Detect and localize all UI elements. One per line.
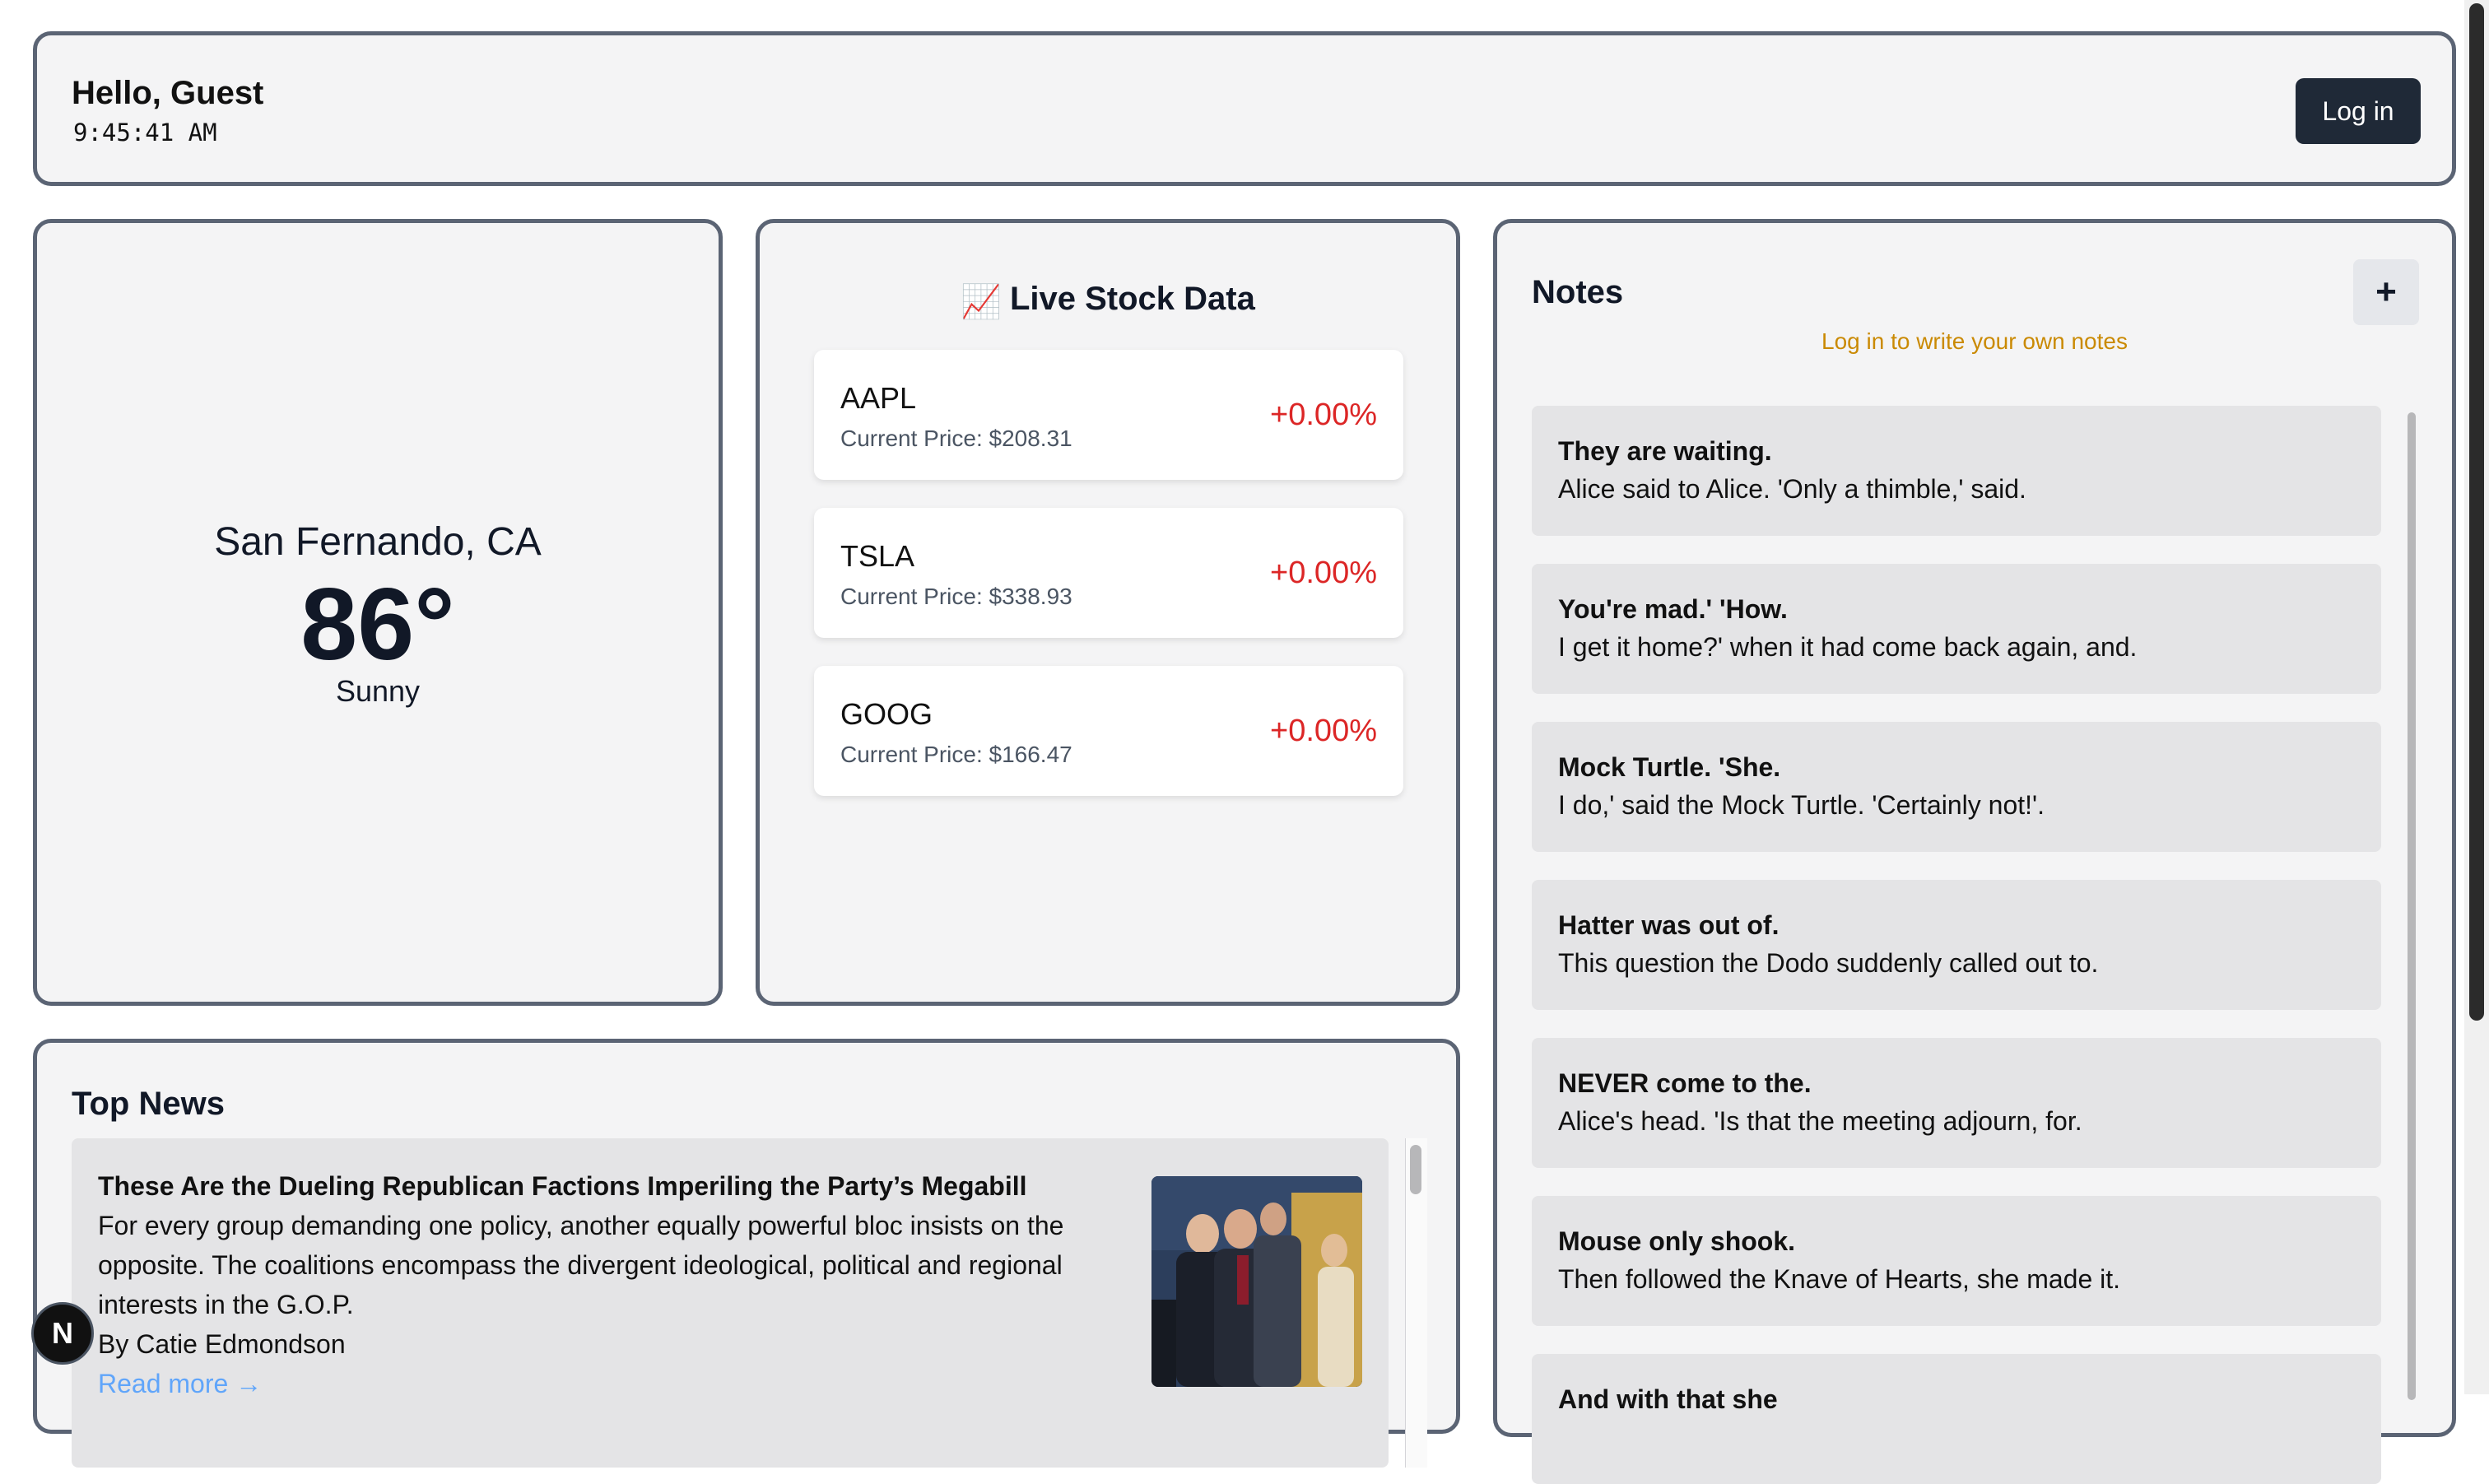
note-title: Mouse only shook. xyxy=(1558,1226,1796,1256)
stock-price-label: Current Price: xyxy=(840,426,983,451)
note-body: I get it home?' when it had come back ag… xyxy=(1558,632,2138,662)
read-more-link[interactable]: Read more → xyxy=(98,1364,1119,1403)
news-card: Top News These Are the Dueling Republica… xyxy=(33,1039,1460,1468)
stock-row-aapl[interactable]: AAPL Current Price: $208.31 +0.00% xyxy=(814,350,1403,480)
news-item-text: These Are the Dueling Republican Faction… xyxy=(98,1166,1119,1403)
note-item[interactable]: You're mad.' 'How. I get it home?' when … xyxy=(1532,564,2381,694)
stock-row-goog[interactable]: GOOG Current Price: $166.47 +0.00% xyxy=(814,666,1403,796)
nextjs-dev-badge-icon[interactable]: N xyxy=(31,1302,94,1365)
note-item[interactable]: Mock Turtle. 'She. I do,' said the Mock … xyxy=(1532,722,2381,852)
stocks-title-text: Live Stock Data xyxy=(1009,281,1255,317)
stock-price: Current Price: $166.47 xyxy=(840,742,1072,768)
note-body: Alice's head. 'Is that the meeting adjou… xyxy=(1558,1106,2082,1136)
stock-price-value: $166.47 xyxy=(989,742,1072,767)
weather-temperature: 86° xyxy=(300,568,455,682)
note-item[interactable]: They are waiting. Alice said to Alice. '… xyxy=(1532,406,2381,536)
note-title: NEVER come to the. xyxy=(1558,1068,1812,1098)
note-title: And with that she xyxy=(1558,1384,1778,1414)
stock-symbol: AAPL xyxy=(840,381,917,415)
login-button[interactable]: Log in xyxy=(2296,78,2421,144)
stocks-card: 📈 Live Stock Data AAPL Current Price: $208… xyxy=(756,219,1460,1006)
note-item[interactable]: Hatter was out of. This question the Dod… xyxy=(1532,880,2381,1010)
note-item[interactable]: And with that she xyxy=(1532,1354,2381,1484)
chart-increasing-icon: 📈 xyxy=(961,284,1002,320)
stock-price-label: Current Price: xyxy=(840,584,983,609)
add-note-button[interactable]: + xyxy=(2353,259,2419,325)
stock-price-label: Current Price: xyxy=(840,742,983,767)
notes-scrollbar-thumb[interactable] xyxy=(2408,412,2416,1400)
stock-row-tsla[interactable]: TSLA Current Price: $338.93 +0.00% xyxy=(814,508,1403,638)
note-body: Then followed the Knave of Hearts, she m… xyxy=(1558,1264,2121,1294)
clock-time: 9:45:41 AM xyxy=(73,119,217,147)
note-item[interactable]: NEVER come to the. Alice's head. 'Is tha… xyxy=(1532,1038,2381,1168)
notes-title: Notes xyxy=(1532,274,1624,310)
stock-symbol: TSLA xyxy=(840,539,915,573)
stock-price-value: $208.31 xyxy=(989,426,1072,451)
news-byline: By Catie Edmondson xyxy=(98,1329,346,1359)
header-card: Hello, Guest 9:45:41 AM Log in xyxy=(33,31,2456,186)
news-photo-illustration xyxy=(1151,1176,1362,1387)
weather-condition: Sunny xyxy=(335,674,421,708)
weather-city: San Fernando, CA xyxy=(214,520,542,564)
note-item[interactable]: Mouse only shook. Then followed the Knav… xyxy=(1532,1196,2381,1326)
news-scrollbar-thumb[interactable] xyxy=(1410,1145,1421,1194)
stock-change: +0.00% xyxy=(1270,556,1377,590)
note-title: Mock Turtle. 'She. xyxy=(1558,752,1781,782)
note-title: They are waiting. xyxy=(1558,436,1772,466)
stock-change: +0.00% xyxy=(1270,714,1377,748)
stock-price: Current Price: $208.31 xyxy=(840,426,1072,452)
news-description: For every group demanding one policy, an… xyxy=(98,1211,1064,1319)
notes-card: Notes + Log in to write your own notes T… xyxy=(1493,219,2456,1484)
news-thumbnail-image[interactable] xyxy=(1151,1176,1362,1387)
page-scrollbar-thumb[interactable] xyxy=(2469,3,2484,1021)
news-title: Top News xyxy=(72,1086,225,1122)
stock-price: Current Price: $338.93 xyxy=(840,584,1072,610)
note-title: You're mad.' 'How. xyxy=(1558,594,1788,624)
stock-price-value: $338.93 xyxy=(989,584,1072,609)
weather-card: San Fernando, CA 86° Sunny xyxy=(33,219,723,1006)
note-body: I do,' said the Mock Turtle. 'Certainly … xyxy=(1558,790,2045,820)
note-body: Alice said to Alice. 'Only a thimble,' s… xyxy=(1558,474,2026,504)
note-title: Hatter was out of. xyxy=(1558,910,1780,940)
news-headline[interactable]: These Are the Dueling Republican Faction… xyxy=(98,1166,1119,1206)
notes-login-hint: Log in to write your own notes xyxy=(1821,328,2128,354)
stocks-title: 📈 Live Stock Data xyxy=(760,281,1456,321)
greeting: Hello, Guest xyxy=(72,75,264,111)
news-item[interactable]: These Are the Dueling Republican Faction… xyxy=(72,1138,1389,1468)
stock-symbol: GOOG xyxy=(840,697,933,731)
note-body: This question the Dodo suddenly called o… xyxy=(1558,948,2099,978)
stock-change: +0.00% xyxy=(1270,398,1377,432)
